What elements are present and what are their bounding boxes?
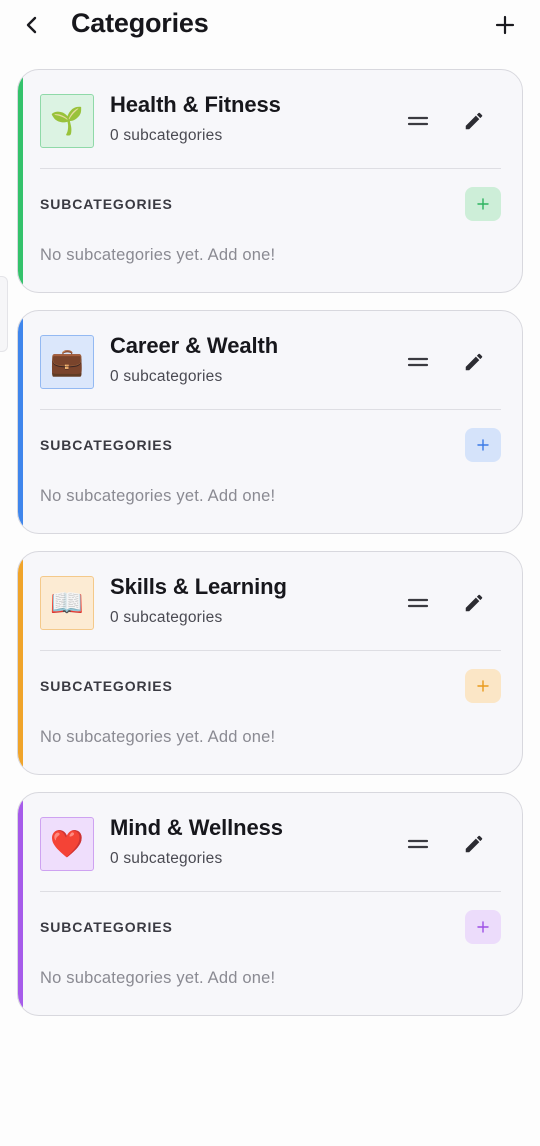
categories-screen: Categories 🌱 Health & Fitness 0 subcateg… bbox=[0, 0, 540, 1146]
add-subcategory-button[interactable] bbox=[465, 428, 501, 462]
plus-icon bbox=[477, 921, 489, 933]
category-card: 📖 Skills & Learning 0 subcategories SUBC… bbox=[17, 551, 523, 775]
pencil-icon bbox=[465, 353, 483, 371]
drag-handle-icon bbox=[407, 598, 429, 608]
empty-subcategories-message: No subcategories yet. Add one! bbox=[40, 246, 276, 264]
drag-handle-button[interactable] bbox=[403, 110, 433, 132]
category-emoji: 📖 bbox=[50, 587, 84, 618]
page-title: Categories bbox=[71, 8, 209, 38]
edit-category-button[interactable] bbox=[458, 106, 490, 136]
category-accent-bar bbox=[18, 552, 23, 774]
category-title: Mind & Wellness bbox=[110, 815, 283, 840]
edit-category-button[interactable] bbox=[458, 829, 490, 859]
add-category-button[interactable] bbox=[490, 10, 520, 40]
card-divider bbox=[40, 891, 501, 892]
plus-icon bbox=[477, 198, 489, 210]
category-subcount: 0 subcategories bbox=[110, 368, 223, 385]
drag-handle-icon bbox=[407, 357, 429, 367]
category-emoji-icon: ❤️ bbox=[40, 817, 94, 871]
category-emoji: ❤️ bbox=[50, 828, 84, 859]
category-subcount: 0 subcategories bbox=[110, 127, 223, 144]
plus-icon bbox=[477, 439, 489, 451]
add-subcategory-button[interactable] bbox=[465, 187, 501, 221]
drag-handle-button[interactable] bbox=[403, 592, 433, 614]
category-card: 🌱 Health & Fitness 0 subcategories SUBCA… bbox=[17, 69, 523, 293]
subcategories-heading: SUBCATEGORIES bbox=[40, 437, 173, 453]
drag-handle-button[interactable] bbox=[403, 351, 433, 373]
category-emoji: 🌱 bbox=[50, 105, 84, 136]
drag-handle-icon bbox=[407, 839, 429, 849]
empty-subcategories-message: No subcategories yet. Add one! bbox=[40, 728, 276, 746]
drag-handle-icon bbox=[407, 116, 429, 126]
category-card: 💼 Career & Wealth 0 subcategories SUBCAT… bbox=[17, 310, 523, 534]
category-emoji: 💼 bbox=[50, 346, 84, 377]
card-divider bbox=[40, 409, 501, 410]
chevron-left-icon bbox=[26, 16, 37, 34]
category-emoji-icon: 🌱 bbox=[40, 94, 94, 148]
add-subcategory-button[interactable] bbox=[465, 910, 501, 944]
plus-icon bbox=[495, 15, 515, 35]
edit-category-button[interactable] bbox=[458, 347, 490, 377]
edit-category-button[interactable] bbox=[458, 588, 490, 618]
category-subcount: 0 subcategories bbox=[110, 850, 223, 867]
add-subcategory-button[interactable] bbox=[465, 669, 501, 703]
card-divider bbox=[40, 650, 501, 651]
category-subcount: 0 subcategories bbox=[110, 609, 223, 626]
category-title: Skills & Learning bbox=[110, 574, 287, 599]
back-button[interactable] bbox=[18, 10, 46, 40]
subcategories-heading: SUBCATEGORIES bbox=[40, 678, 173, 694]
side-drawer-handle[interactable] bbox=[0, 276, 8, 352]
category-accent-bar bbox=[18, 70, 23, 292]
subcategories-heading: SUBCATEGORIES bbox=[40, 196, 173, 212]
category-emoji-icon: 📖 bbox=[40, 576, 94, 630]
subcategories-heading: SUBCATEGORIES bbox=[40, 919, 173, 935]
card-divider bbox=[40, 168, 501, 169]
category-title: Career & Wealth bbox=[110, 333, 279, 358]
category-emoji-icon: 💼 bbox=[40, 335, 94, 389]
drag-handle-button[interactable] bbox=[403, 833, 433, 855]
pencil-icon bbox=[465, 112, 483, 130]
empty-subcategories-message: No subcategories yet. Add one! bbox=[40, 487, 276, 505]
app-header: Categories bbox=[0, 0, 540, 52]
category-accent-bar bbox=[18, 793, 23, 1015]
pencil-icon bbox=[465, 835, 483, 853]
category-title: Health & Fitness bbox=[110, 92, 281, 117]
pencil-icon bbox=[465, 594, 483, 612]
empty-subcategories-message: No subcategories yet. Add one! bbox=[40, 969, 276, 987]
plus-icon bbox=[477, 680, 489, 692]
category-card: ❤️ Mind & Wellness 0 subcategories SUBCA… bbox=[17, 792, 523, 1016]
category-accent-bar bbox=[18, 311, 23, 533]
